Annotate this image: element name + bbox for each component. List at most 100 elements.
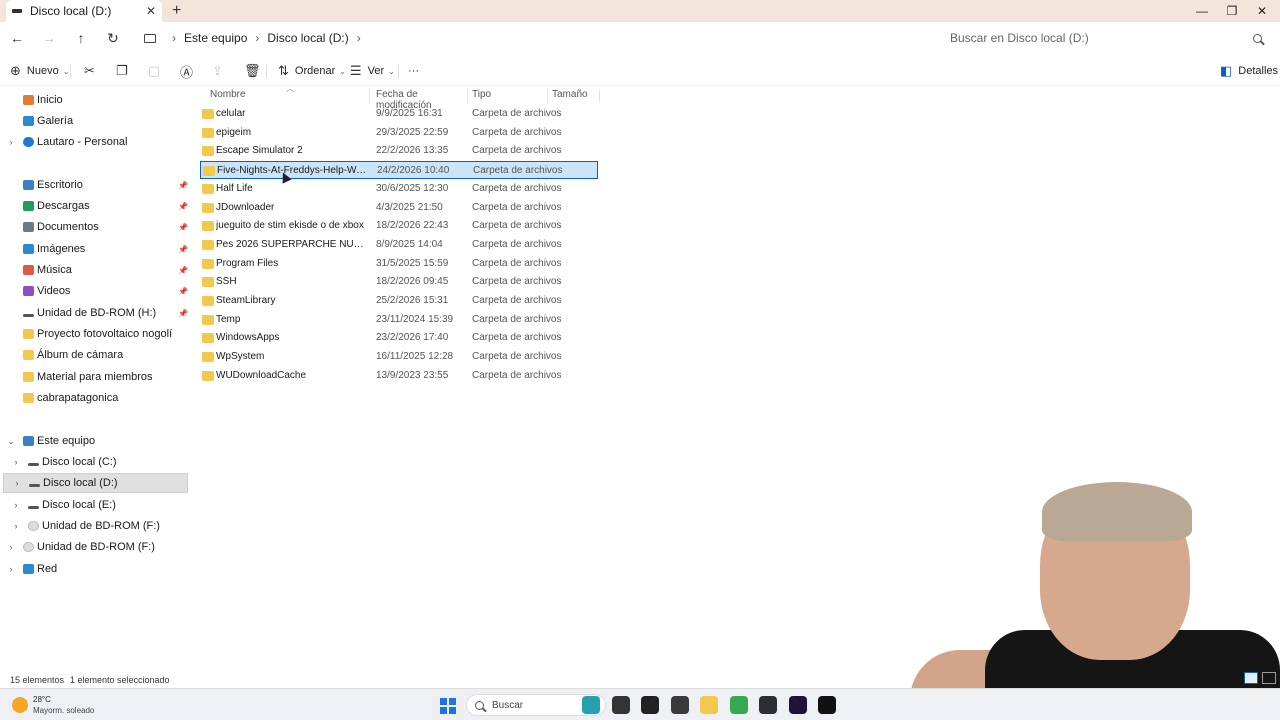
chevron-right-icon[interactable]: ›	[6, 137, 16, 147]
terminal-icon[interactable]	[611, 696, 630, 714]
new-button[interactable]: ⊕ Nuevo ⌄	[10, 61, 69, 81]
start-button[interactable]	[440, 698, 456, 714]
nav-item-disco-d[interactable]: › Disco local (D:)	[3, 473, 188, 493]
weather-temp[interactable]: 28°C	[33, 695, 51, 704]
chevron-right-icon[interactable]: ›	[357, 31, 361, 45]
breadcrumb-disco-d[interactable]: Disco local (D:)	[267, 31, 348, 45]
rename-button[interactable]: Ⓐ	[180, 61, 199, 81]
column-name[interactable]: Nombre	[210, 89, 370, 103]
nav-item-onedrive[interactable]: › Lautaro - Personal	[0, 132, 190, 152]
more-options-button[interactable]: ···	[408, 61, 419, 81]
close-tab-icon[interactable]: ✕	[146, 4, 156, 18]
share-button[interactable]: ⇪	[212, 61, 229, 81]
details-view-icon[interactable]	[1244, 672, 1258, 684]
capcut-icon[interactable]	[641, 696, 659, 714]
pin-icon[interactable]: 📌	[178, 245, 188, 254]
obs-icon[interactable]	[670, 696, 689, 714]
search-input[interactable]: Buscar en Disco local (D:)	[940, 26, 1272, 50]
nav-item-este-equipo[interactable]: ⌄ Este equipo	[0, 431, 190, 451]
nav-item-gallery[interactable]: Galería	[0, 111, 190, 131]
chevron-right-icon[interactable]: ›	[12, 478, 22, 488]
file-row[interactable]: SteamLibrary 25/2/2026 15:31 Carpeta de ar…	[200, 292, 598, 310]
nav-item-quick[interactable]: Música 📌	[0, 260, 190, 280]
nav-item-home[interactable]: Inicio	[0, 90, 190, 110]
breadcrumb[interactable]: › Este equipo › Disco local (D:) ›	[138, 26, 934, 50]
file-row[interactable]: jueguito de stim ekisde o de xbox 18/2/20…	[200, 217, 598, 235]
pin-icon[interactable]: 📌	[178, 309, 188, 318]
file-row[interactable]: celular 9/9/2025 16:31 Carpeta de archivos	[200, 105, 598, 123]
file-name: SteamLibrary	[216, 295, 276, 306]
chevron-down-icon[interactable]: ⌄	[6, 436, 16, 447]
pin-icon[interactable]: 📌	[178, 223, 188, 232]
file-row[interactable]: Temp 23/11/2024 15:39 Carpeta de archivos	[200, 311, 598, 329]
pin-icon[interactable]: 📌	[178, 202, 188, 211]
file-row[interactable]: epigeim 29/3/2025 22:59 Carpeta de archivo…	[200, 124, 598, 142]
maximize-icon[interactable]: ❐	[1216, 0, 1248, 22]
premiere-icon[interactable]	[788, 696, 807, 714]
nav-item-red[interactable]: › Red	[0, 559, 190, 579]
nav-item-quick[interactable]: Videos 📌	[0, 281, 190, 301]
pin-icon[interactable]: 📌	[178, 181, 188, 190]
nav-item-bdrom-f[interactable]: › Unidad de BD-ROM (F:)	[0, 516, 190, 536]
breadcrumb-este-equipo[interactable]: Este equipo	[184, 31, 247, 45]
file-row[interactable]: WindowsApps 23/2/2026 17:40 Carpeta de arc…	[200, 329, 598, 347]
chevron-right-icon[interactable]: ›	[255, 31, 259, 45]
close-window-icon[interactable]: ✕	[1246, 0, 1278, 22]
file-row[interactable]: Half Life 30/6/2025 12:30 Carpeta de archi…	[200, 180, 598, 198]
file-row[interactable]: SSH 18/2/2026 09:45 Carpeta de archivos	[200, 273, 598, 291]
file-row[interactable]: Program Files 31/5/2025 15:59 Carpeta de a…	[200, 255, 598, 273]
column-type[interactable]: Tipo	[472, 89, 548, 103]
sort-button[interactable]: ⇅ Ordenar ⌄	[278, 61, 346, 81]
chevron-right-icon[interactable]: ›	[11, 521, 21, 531]
delete-button[interactable]: 🗑	[244, 61, 267, 81]
nav-item-quick[interactable]: Proyecto fotovoltaico nogolí	[0, 324, 190, 344]
column-size[interactable]: Tamaño	[552, 89, 600, 103]
details-button[interactable]: ◧ Detalles	[1220, 61, 1278, 81]
paste-button[interactable]: ▢	[148, 61, 166, 81]
nav-item-disco-c[interactable]: › Disco local (C:)	[0, 452, 190, 472]
minimize-icon[interactable]: —	[1186, 0, 1218, 22]
new-tab-icon[interactable]: +	[172, 2, 181, 20]
file-row[interactable]: Escape Simulator 2 22/2/2026 13:35 Carpeta…	[200, 142, 598, 160]
chevron-right-icon[interactable]: ›	[6, 564, 16, 574]
nav-item-quick[interactable]: Álbum de cámara	[0, 345, 190, 365]
up-icon[interactable]: ↑	[70, 28, 92, 48]
chrome-icon[interactable]	[729, 696, 748, 714]
copy-button[interactable]: ❐	[116, 61, 134, 81]
pin-icon[interactable]: 📌	[178, 287, 188, 296]
file-type: Carpeta de archivos	[472, 257, 562, 269]
app-icon[interactable]	[818, 696, 836, 714]
chevron-right-icon[interactable]: ›	[11, 500, 21, 510]
forward-icon[interactable]: →	[38, 28, 60, 48]
nav-item-disco-e[interactable]: › Disco local (E:)	[0, 495, 190, 515]
nav-item-quick[interactable]: Imágenes 📌	[0, 239, 190, 259]
file-row[interactable]: WpSystem 16/11/2025 12:28 Carpeta de archi…	[200, 348, 598, 366]
chevron-right-icon[interactable]: ›	[11, 457, 21, 467]
tiles-view-icon[interactable]	[1262, 672, 1276, 684]
nav-item-bdrom-f-root[interactable]: › Unidad de BD-ROM (F:)	[0, 537, 190, 557]
nav-item-quick[interactable]: Escritorio 📌	[0, 175, 190, 195]
chevron-right-icon[interactable]: ›	[6, 542, 16, 552]
nav-item-quick[interactable]: Documentos 📌	[0, 217, 190, 237]
weather-sun-icon[interactable]	[12, 697, 28, 713]
nav-item-quick[interactable]: Descargas 📌	[0, 196, 190, 216]
column-date[interactable]: Fecha de modificación	[376, 89, 468, 111]
tab-disco-d[interactable]: Disco local (D:) ✕	[6, 0, 162, 22]
file-row[interactable]: JDownloader 4/3/2025 21:50 Carpeta de arch…	[200, 199, 598, 217]
file-row[interactable]: Pes 2026 SUPERPARCHE NUEVO DALE Q... 8/9/…	[200, 236, 598, 254]
explorer-icon[interactable]	[700, 696, 718, 714]
cut-button[interactable]: ✂	[84, 61, 101, 81]
copilot-icon[interactable]	[582, 696, 600, 714]
chevron-right-icon[interactable]: ›	[172, 31, 176, 45]
refresh-icon[interactable]: ↻	[102, 28, 124, 48]
discord-icon[interactable]	[759, 696, 777, 714]
view-button[interactable]: ☰ Ver ⌄	[350, 61, 395, 81]
file-row[interactable]: WUDownloadCache 13/9/2023 23:55 Carpeta de…	[200, 367, 598, 385]
pin-icon[interactable]: 📌	[178, 266, 188, 275]
weather-desc[interactable]: Mayorm. soleado	[33, 706, 94, 715]
nav-item-quick[interactable]: cabrapatagonica	[0, 388, 190, 408]
nav-item-quick[interactable]: Material para miembros	[0, 367, 190, 387]
back-icon[interactable]: ←	[6, 28, 28, 48]
nav-item-quick[interactable]: Unidad de BD-ROM (H:) 📌	[0, 303, 190, 323]
file-row[interactable]: Five-Nights-At-Freddys-Help-Wanted-2-...…	[200, 161, 598, 180]
